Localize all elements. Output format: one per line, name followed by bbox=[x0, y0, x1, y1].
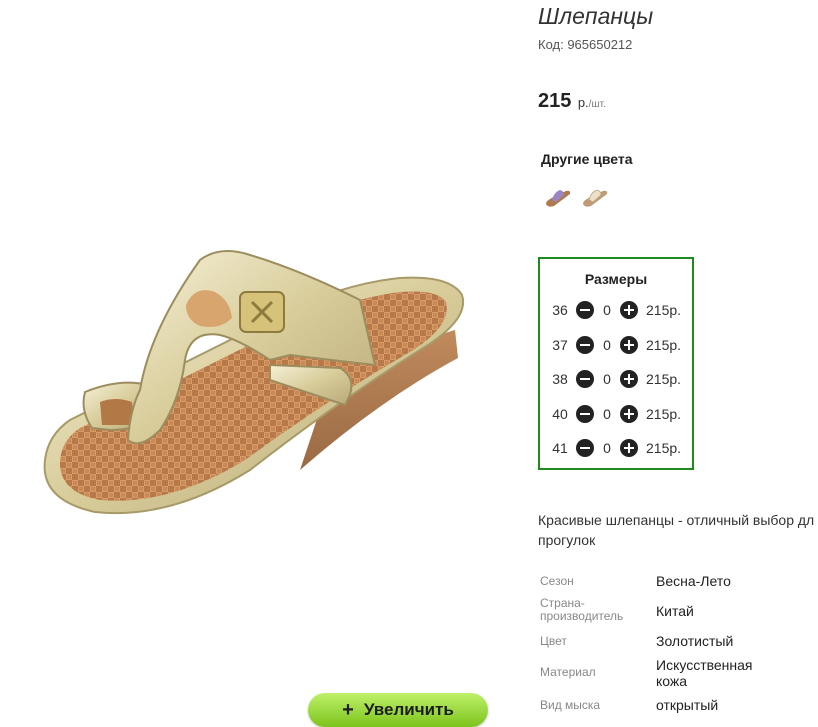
price-per-unit: /шт. bbox=[588, 99, 606, 110]
attribute-name: Вид мыска bbox=[540, 698, 601, 712]
product-image-panel: + Увеличить bbox=[0, 0, 520, 727]
price-currency: р. bbox=[577, 95, 589, 110]
attribute-row: Страна-производитель Китай bbox=[540, 596, 818, 626]
minus-button[interactable] bbox=[576, 301, 594, 319]
product-title: Шлепанцы bbox=[538, 3, 654, 29]
attribute-name: Страна-производитель bbox=[540, 596, 624, 623]
quantity-value: 0 bbox=[603, 406, 611, 422]
attribute-row: Сезон Весна-Лето bbox=[540, 573, 818, 593]
size-row: 38 0 215р. bbox=[540, 368, 692, 392]
attribute-value: открытый bbox=[656, 697, 719, 713]
minus-icon bbox=[580, 378, 590, 380]
plus-button[interactable] bbox=[620, 439, 638, 457]
price: 215 р./шт. bbox=[538, 90, 606, 113]
size-row: 41 0 215р. bbox=[540, 437, 692, 461]
other-colors-heading: Другие цвета bbox=[541, 151, 633, 167]
minus-button[interactable] bbox=[576, 336, 594, 354]
quantity-value: 0 bbox=[603, 440, 611, 456]
color-swatch-lilac[interactable] bbox=[544, 186, 572, 210]
minus-button[interactable] bbox=[576, 439, 594, 457]
zoom-button-label: Увеличить bbox=[363, 700, 454, 719]
zoom-button[interactable]: + Увеличить bbox=[308, 693, 488, 727]
minus-icon bbox=[580, 447, 590, 449]
size-label: 40 bbox=[552, 406, 568, 422]
sizes-title: Размеры bbox=[584, 271, 648, 287]
quantity-value: 0 bbox=[603, 302, 611, 318]
size-row: 37 0 215р. bbox=[540, 334, 692, 358]
plus-button[interactable] bbox=[620, 370, 638, 388]
size-row: 40 0 215р. bbox=[540, 403, 692, 427]
sizes-box: Размеры 36 0 215р. 37 0 215р. 38 0 215р.… bbox=[538, 257, 694, 470]
size-label: 36 bbox=[552, 302, 568, 318]
product-description: Красивые шлепанцы - отличный выбор дл пр… bbox=[538, 510, 818, 550]
plus-button[interactable] bbox=[620, 301, 638, 319]
size-label: 41 bbox=[552, 440, 568, 456]
minus-button[interactable] bbox=[576, 370, 594, 388]
size-price: 215р. bbox=[646, 371, 682, 387]
minus-button[interactable] bbox=[576, 405, 594, 423]
attribute-row: Цвет Золотистый bbox=[540, 633, 818, 653]
minus-icon bbox=[580, 309, 590, 311]
description-line: прогулок bbox=[538, 532, 596, 548]
price-value: 215 bbox=[538, 90, 572, 112]
attribute-value: Искусственная кожа bbox=[656, 657, 753, 689]
attribute-value: Весна-Лето bbox=[656, 573, 731, 589]
size-price: 215р. bbox=[646, 337, 682, 353]
size-label: 37 bbox=[552, 337, 568, 353]
minus-icon bbox=[580, 413, 590, 415]
plus-icon: + bbox=[342, 699, 354, 721]
size-label: 38 bbox=[552, 371, 568, 387]
price-unit: р./шт. bbox=[578, 95, 606, 110]
size-price: 215р. bbox=[646, 302, 682, 318]
attribute-value: Китай bbox=[656, 603, 694, 619]
attribute-name: Материал bbox=[540, 665, 596, 679]
sandal-thumbnail-icon bbox=[583, 189, 608, 207]
size-price: 215р. bbox=[646, 440, 682, 456]
attribute-name: Цвет bbox=[540, 634, 567, 648]
plus-button[interactable] bbox=[620, 405, 638, 423]
minus-icon bbox=[580, 344, 590, 346]
quantity-value: 0 bbox=[603, 371, 611, 387]
attribute-row: Вид мыска открытый bbox=[540, 697, 818, 717]
sandal-thumbnail-icon bbox=[546, 190, 571, 207]
product-photo bbox=[43, 250, 465, 515]
attribute-name: Сезон bbox=[540, 574, 574, 588]
product-code: Код: 965650212 bbox=[538, 37, 633, 52]
attribute-row: Материал Искусственная кожа bbox=[540, 657, 818, 691]
quantity-value: 0 bbox=[603, 337, 611, 353]
color-swatch-beige[interactable] bbox=[581, 186, 609, 210]
description-line: Красивые шлепанцы - отличный выбор дл bbox=[538, 512, 815, 528]
attribute-value: Золотистый bbox=[656, 633, 734, 649]
size-price: 215р. bbox=[646, 406, 682, 422]
size-row: 36 0 215р. bbox=[540, 299, 692, 323]
plus-button[interactable] bbox=[620, 336, 638, 354]
